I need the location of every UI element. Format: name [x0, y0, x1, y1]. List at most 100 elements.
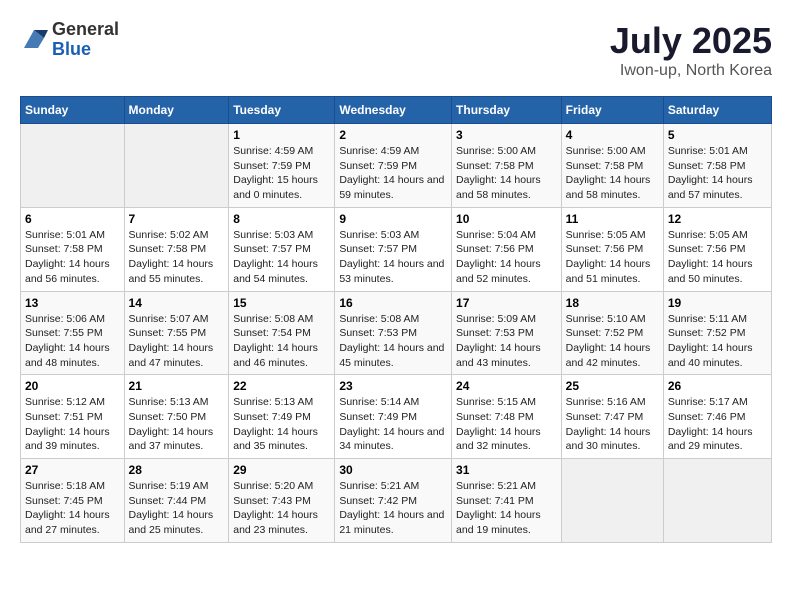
calendar-cell: 25Sunrise: 5:16 AMSunset: 7:47 PMDayligh…: [561, 375, 663, 459]
day-info: Sunrise: 5:16 AMSunset: 7:47 PMDaylight:…: [566, 395, 659, 454]
day-number: 16: [339, 296, 447, 310]
calendar-cell: 31 Sunrise: 5:21 AMSunset: 7:41 PMDayligh…: [452, 459, 562, 543]
day-number: 14: [129, 296, 225, 310]
day-number: 28: [129, 463, 225, 477]
day-number: 4: [566, 128, 659, 142]
day-info: Sunrise: 5:21 AMSunset: 7:41 PMDaylight:…: [456, 479, 557, 538]
day-info: Sunrise: 5:11 AMSunset: 7:52 PMDaylight:…: [668, 312, 767, 371]
calendar-cell: 15Sunrise: 5:08 AMSunset: 7:54 PMDayligh…: [229, 291, 335, 375]
calendar-cell: 24 Sunrise: 5:15 AMSunset: 7:48 PMDayligh…: [452, 375, 562, 459]
day-info: Sunrise: 5:19 AMSunset: 7:44 PMDaylight:…: [129, 479, 225, 538]
day-number: 17: [456, 296, 557, 310]
day-info: Sunrise: 5:17 AMSunset: 7:46 PMDaylight:…: [668, 395, 767, 454]
calendar-cell: 14 Sunrise: 5:07 AMSunset: 7:55 PMDayligh…: [124, 291, 229, 375]
calendar-cell: [21, 124, 125, 208]
day-number: 22: [233, 379, 330, 393]
day-number: 5: [668, 128, 767, 142]
calendar-cell: 19 Sunrise: 5:11 AMSunset: 7:52 PMDayligh…: [663, 291, 771, 375]
main-title: July 2025: [610, 20, 772, 62]
day-info: Sunrise: 5:04 AMSunset: 7:56 PMDaylight:…: [456, 228, 557, 287]
calendar-cell: 17 Sunrise: 5:09 AMSunset: 7:53 PMDayligh…: [452, 291, 562, 375]
day-info: Sunrise: 5:08 AMSunset: 7:54 PMDaylight:…: [233, 312, 330, 371]
logo-general-text: General: [52, 19, 119, 39]
logo-blue-text: Blue: [52, 39, 91, 59]
header-day-friday: Friday: [561, 97, 663, 124]
week-row-4: 20Sunrise: 5:12 AMSunset: 7:51 PMDayligh…: [21, 375, 772, 459]
calendar-cell: 18 Sunrise: 5:10 AMSunset: 7:52 PMDayligh…: [561, 291, 663, 375]
day-info: Sunrise: 5:02 AMSunset: 7:58 PMDaylight:…: [129, 228, 225, 287]
calendar-cell: 10 Sunrise: 5:04 AMSunset: 7:56 PMDayligh…: [452, 207, 562, 291]
header-day-thursday: Thursday: [452, 97, 562, 124]
day-info: Sunrise: 5:15 AMSunset: 7:48 PMDaylight:…: [456, 395, 557, 454]
day-info: Sunrise: 5:08 AMSunset: 7:53 PMDaylight:…: [339, 312, 447, 371]
day-number: 11: [566, 212, 659, 226]
calendar-cell: 21Sunrise: 5:13 AMSunset: 7:50 PMDayligh…: [124, 375, 229, 459]
day-number: 8: [233, 212, 330, 226]
header-day-monday: Monday: [124, 97, 229, 124]
calendar-cell: [561, 459, 663, 543]
day-info: Sunrise: 5:06 AMSunset: 7:55 PMDaylight:…: [25, 312, 120, 371]
week-row-5: 27 Sunrise: 5:18 AMSunset: 7:45 PMDayligh…: [21, 459, 772, 543]
subtitle: Iwon-up, North Korea: [610, 62, 772, 80]
day-info: Sunrise: 5:20 AMSunset: 7:43 PMDaylight:…: [233, 479, 330, 538]
calendar-cell: 27 Sunrise: 5:18 AMSunset: 7:45 PMDayligh…: [21, 459, 125, 543]
day-number: 6: [25, 212, 120, 226]
calendar-cell: 5 Sunrise: 5:01 AMSunset: 7:58 PMDaylight…: [663, 124, 771, 208]
day-info: Sunrise: 5:03 AMSunset: 7:57 PMDaylight:…: [233, 228, 330, 287]
calendar-cell: 4Sunrise: 5:00 AMSunset: 7:58 PMDaylight…: [561, 124, 663, 208]
header-day-wednesday: Wednesday: [335, 97, 452, 124]
week-row-3: 13Sunrise: 5:06 AMSunset: 7:55 PMDayligh…: [21, 291, 772, 375]
calendar-cell: 12 Sunrise: 5:05 AMSunset: 7:56 PMDayligh…: [663, 207, 771, 291]
day-info: Sunrise: 5:01 AMSunset: 7:58 PMDaylight:…: [668, 144, 767, 203]
day-info: Sunrise: 5:03 AMSunset: 7:57 PMDaylight:…: [339, 228, 447, 287]
calendar-cell: 29 Sunrise: 5:20 AMSunset: 7:43 PMDayligh…: [229, 459, 335, 543]
calendar-header: SundayMondayTuesdayWednesdayThursdayFrid…: [21, 97, 772, 124]
day-info: Sunrise: 5:21 AMSunset: 7:42 PMDaylight:…: [339, 479, 447, 538]
day-number: 24: [456, 379, 557, 393]
day-info: Sunrise: 5:10 AMSunset: 7:52 PMDaylight:…: [566, 312, 659, 371]
calendar-cell: 26 Sunrise: 5:17 AMSunset: 7:46 PMDayligh…: [663, 375, 771, 459]
day-info: Sunrise: 5:01 AMSunset: 7:58 PMDaylight:…: [25, 228, 120, 287]
day-number: 10: [456, 212, 557, 226]
day-info: Sunrise: 5:09 AMSunset: 7:53 PMDaylight:…: [456, 312, 557, 371]
calendar-table: SundayMondayTuesdayWednesdayThursdayFrid…: [20, 96, 772, 543]
day-number: 30: [339, 463, 447, 477]
calendar-cell: 28 Sunrise: 5:19 AMSunset: 7:44 PMDayligh…: [124, 459, 229, 543]
page-header: General Blue July 2025 Iwon-up, North Ko…: [20, 20, 772, 80]
header-day-tuesday: Tuesday: [229, 97, 335, 124]
day-info: Sunrise: 5:18 AMSunset: 7:45 PMDaylight:…: [25, 479, 120, 538]
calendar-cell: 23Sunrise: 5:14 AMSunset: 7:49 PMDayligh…: [335, 375, 452, 459]
day-number: 29: [233, 463, 330, 477]
day-info: Sunrise: 5:05 AMSunset: 7:56 PMDaylight:…: [566, 228, 659, 287]
calendar-cell: 2Sunrise: 4:59 AMSunset: 7:59 PMDaylight…: [335, 124, 452, 208]
day-info: Sunrise: 5:07 AMSunset: 7:55 PMDaylight:…: [129, 312, 225, 371]
day-number: 19: [668, 296, 767, 310]
calendar-cell: 8 Sunrise: 5:03 AMSunset: 7:57 PMDaylight…: [229, 207, 335, 291]
day-info: Sunrise: 4:59 AMSunset: 7:59 PMDaylight:…: [233, 144, 330, 203]
calendar-cell: 16 Sunrise: 5:08 AMSunset: 7:53 PMDayligh…: [335, 291, 452, 375]
header-day-sunday: Sunday: [21, 97, 125, 124]
calendar-cell: 22Sunrise: 5:13 AMSunset: 7:49 PMDayligh…: [229, 375, 335, 459]
calendar-cell: 6 Sunrise: 5:01 AMSunset: 7:58 PMDaylight…: [21, 207, 125, 291]
calendar-cell: 1 Sunrise: 4:59 AMSunset: 7:59 PMDaylight…: [229, 124, 335, 208]
day-number: 20: [25, 379, 120, 393]
day-number: 3: [456, 128, 557, 142]
day-number: 1: [233, 128, 330, 142]
day-number: 18: [566, 296, 659, 310]
day-number: 12: [668, 212, 767, 226]
day-number: 26: [668, 379, 767, 393]
day-number: 31: [456, 463, 557, 477]
header-row: SundayMondayTuesdayWednesdayThursdayFrid…: [21, 97, 772, 124]
week-row-2: 6 Sunrise: 5:01 AMSunset: 7:58 PMDaylight…: [21, 207, 772, 291]
day-number: 2: [339, 128, 447, 142]
calendar-cell: 3Sunrise: 5:00 AMSunset: 7:58 PMDaylight…: [452, 124, 562, 208]
calendar-cell: [124, 124, 229, 208]
calendar-cell: 30 Sunrise: 5:21 AMSunset: 7:42 PMDayligh…: [335, 459, 452, 543]
app-logo: General Blue: [20, 20, 119, 60]
day-number: 23: [339, 379, 447, 393]
day-info: Sunrise: 5:05 AMSunset: 7:56 PMDaylight:…: [668, 228, 767, 287]
week-row-1: 1 Sunrise: 4:59 AMSunset: 7:59 PMDaylight…: [21, 124, 772, 208]
day-number: 27: [25, 463, 120, 477]
day-number: 9: [339, 212, 447, 226]
logo-icon: [20, 26, 48, 54]
